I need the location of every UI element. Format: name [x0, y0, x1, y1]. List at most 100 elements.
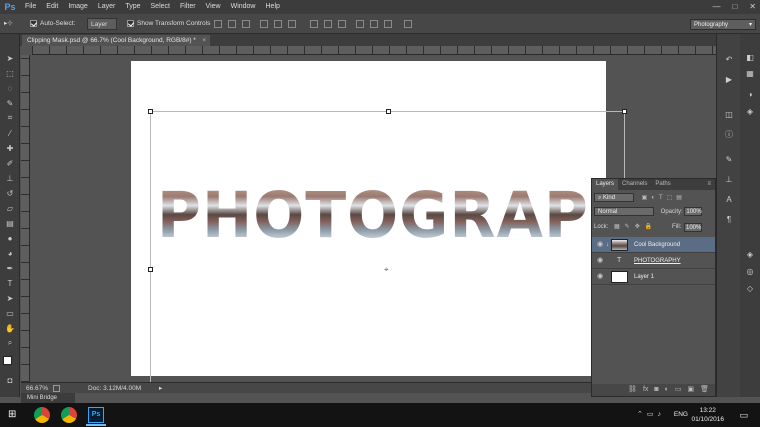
- visibility-eye-icon[interactable]: ◉: [597, 237, 603, 253]
- layer-style-icon[interactable]: fx: [643, 384, 648, 396]
- status-menu-icon[interactable]: [53, 385, 60, 392]
- marquee-tool-icon[interactable]: ⬚: [4, 67, 16, 79]
- brush-panel-icon[interactable]: ✎: [723, 154, 735, 166]
- auto-select-target-dropdown[interactable]: Layer: [87, 18, 117, 30]
- paths-dock-icon[interactable]: ◇: [744, 283, 756, 295]
- move-tool-preset-icon[interactable]: ▸⊹: [4, 18, 22, 30]
- photoshop-taskbar-icon[interactable]: Ps: [88, 407, 104, 423]
- chrome-icon[interactable]: [34, 407, 50, 423]
- show-transform-controls-checkbox[interactable]: Show Transform Controls: [127, 18, 210, 30]
- status-arrow-icon[interactable]: ▸: [159, 383, 162, 394]
- mini-bridge-tab[interactable]: Mini Bridge: [21, 393, 75, 403]
- opacity-input[interactable]: 100%: [684, 207, 703, 216]
- history-brush-tool-icon[interactable]: ↺: [4, 187, 16, 199]
- crop-tool-icon[interactable]: ⌗: [4, 112, 16, 124]
- new-group-icon[interactable]: ▭: [675, 384, 682, 396]
- layers-dock-icon[interactable]: ◈: [744, 249, 756, 261]
- document-tab[interactable]: Clipping Mask.psd @ 66.7% (Cool Backgrou…: [22, 35, 210, 46]
- quick-select-tool-icon[interactable]: ✎: [4, 97, 16, 109]
- path-selection-tool-icon[interactable]: ➤: [4, 292, 16, 304]
- layer-row-cool-background[interactable]: ◉ ↓ Cool Background: [592, 237, 715, 253]
- move-tool-icon[interactable]: ➤: [4, 52, 16, 64]
- menu-help[interactable]: Help: [261, 0, 285, 14]
- tab-layers[interactable]: Layers: [592, 179, 619, 190]
- maximize-button[interactable]: □: [732, 0, 737, 14]
- layer-row-layer-1[interactable]: ◉ Layer 1: [592, 269, 715, 285]
- foreground-color-swatch[interactable]: [3, 356, 12, 365]
- adjustments-icon[interactable]: ◑: [744, 89, 756, 101]
- system-tray-icons[interactable]: ⌃▭♪: [637, 410, 665, 418]
- align-top-icon[interactable]: [214, 20, 222, 28]
- paragraph-icon[interactable]: ¶: [723, 214, 735, 226]
- eraser-tool-icon[interactable]: ▱: [4, 202, 16, 214]
- auto-align-icon[interactable]: [404, 20, 412, 28]
- action-center-icon[interactable]: ▭: [739, 410, 748, 421]
- menu-layer[interactable]: Layer: [93, 0, 121, 14]
- close-icon[interactable]: ×: [202, 35, 206, 46]
- properties-icon[interactable]: ◫: [723, 109, 735, 121]
- rectangle-tool-icon[interactable]: ▭: [4, 307, 16, 319]
- menu-edit[interactable]: Edit: [41, 0, 63, 14]
- distribute-left-icon[interactable]: [356, 20, 364, 28]
- distribute-bottom-icon[interactable]: [338, 20, 346, 28]
- info-icon[interactable]: ⓘ: [723, 129, 735, 141]
- styles-icon[interactable]: ◈: [744, 106, 756, 118]
- lock-icons[interactable]: ▦✎✥🔒: [614, 224, 657, 230]
- visibility-eye-icon[interactable]: ◉: [597, 269, 603, 285]
- quick-mask-icon[interactable]: ◘: [4, 374, 16, 386]
- new-layer-icon[interactable]: ▣: [687, 384, 694, 396]
- layer-row-photography[interactable]: ◉ T PHOTOGRAPHY: [592, 253, 715, 269]
- menu-type[interactable]: Type: [120, 0, 145, 14]
- workspace-dropdown[interactable]: Photography ▾: [690, 19, 756, 30]
- brush-tool-icon[interactable]: ✐: [4, 157, 16, 169]
- layer-mask-icon[interactable]: ◙: [654, 384, 658, 396]
- history-icon[interactable]: ↶: [723, 54, 735, 66]
- chrome-icon[interactable]: [61, 407, 77, 423]
- blend-mode-dropdown[interactable]: Normal: [594, 207, 654, 216]
- menu-view[interactable]: View: [201, 0, 226, 14]
- eyedropper-tool-icon[interactable]: ⁄: [4, 127, 16, 139]
- menu-window[interactable]: Window: [226, 0, 261, 14]
- character-icon[interactable]: A: [723, 194, 735, 206]
- windows-start-icon[interactable]: ⊞: [8, 407, 24, 423]
- color-panel-icon[interactable]: ◧: [744, 52, 756, 64]
- menu-filter[interactable]: Filter: [175, 0, 201, 14]
- type-tool-icon[interactable]: T: [4, 277, 16, 289]
- align-horizontal-center-icon[interactable]: [274, 20, 282, 28]
- distribute-hcenter-icon[interactable]: [370, 20, 378, 28]
- distribute-center-icon[interactable]: [324, 20, 332, 28]
- clone-stamp-tool-icon[interactable]: ⊥: [4, 172, 16, 184]
- align-vertical-center-icon[interactable]: [228, 20, 236, 28]
- menu-file[interactable]: File: [20, 0, 41, 14]
- trash-icon[interactable]: 🗑: [700, 384, 709, 396]
- tab-channels[interactable]: Channels: [618, 179, 651, 190]
- filter-icons[interactable]: ▣◐T⬚▤: [642, 195, 686, 201]
- clone-source-icon[interactable]: ⊥: [723, 174, 735, 186]
- adjustment-layer-icon[interactable]: ◐: [665, 384, 669, 396]
- fill-input[interactable]: 100%: [684, 223, 702, 232]
- pen-tool-icon[interactable]: ✒: [4, 262, 16, 274]
- close-button[interactable]: ✕: [749, 0, 756, 14]
- channels-dock-icon[interactable]: ◎: [744, 266, 756, 278]
- transform-center-icon[interactable]: ⌖: [384, 266, 391, 274]
- hand-tool-icon[interactable]: ✋: [4, 322, 16, 334]
- kind-filter-dropdown[interactable]: ⌕ Kind: [594, 193, 634, 202]
- horizontal-ruler[interactable]: [32, 46, 716, 55]
- align-right-icon[interactable]: [288, 20, 296, 28]
- distribute-top-icon[interactable]: [310, 20, 318, 28]
- link-layers-icon[interactable]: ⛓: [628, 384, 637, 396]
- align-left-icon[interactable]: [260, 20, 268, 28]
- healing-brush-tool-icon[interactable]: ✚: [4, 142, 16, 154]
- blur-tool-icon[interactable]: ●: [4, 232, 16, 244]
- clock[interactable]: 13:22 01/10/2016: [691, 406, 724, 424]
- language-indicator[interactable]: ENG: [674, 411, 688, 418]
- dodge-tool-icon[interactable]: ◕: [4, 247, 16, 259]
- menu-image[interactable]: Image: [63, 0, 92, 14]
- panel-menu-icon[interactable]: ≡: [707, 179, 715, 190]
- visibility-eye-icon[interactable]: ◉: [597, 253, 603, 269]
- distribute-right-icon[interactable]: [384, 20, 392, 28]
- minimize-button[interactable]: —: [712, 0, 720, 14]
- swatches-icon[interactable]: ▦: [744, 68, 756, 80]
- menu-select[interactable]: Select: [146, 0, 175, 14]
- tab-paths[interactable]: Paths: [651, 179, 674, 190]
